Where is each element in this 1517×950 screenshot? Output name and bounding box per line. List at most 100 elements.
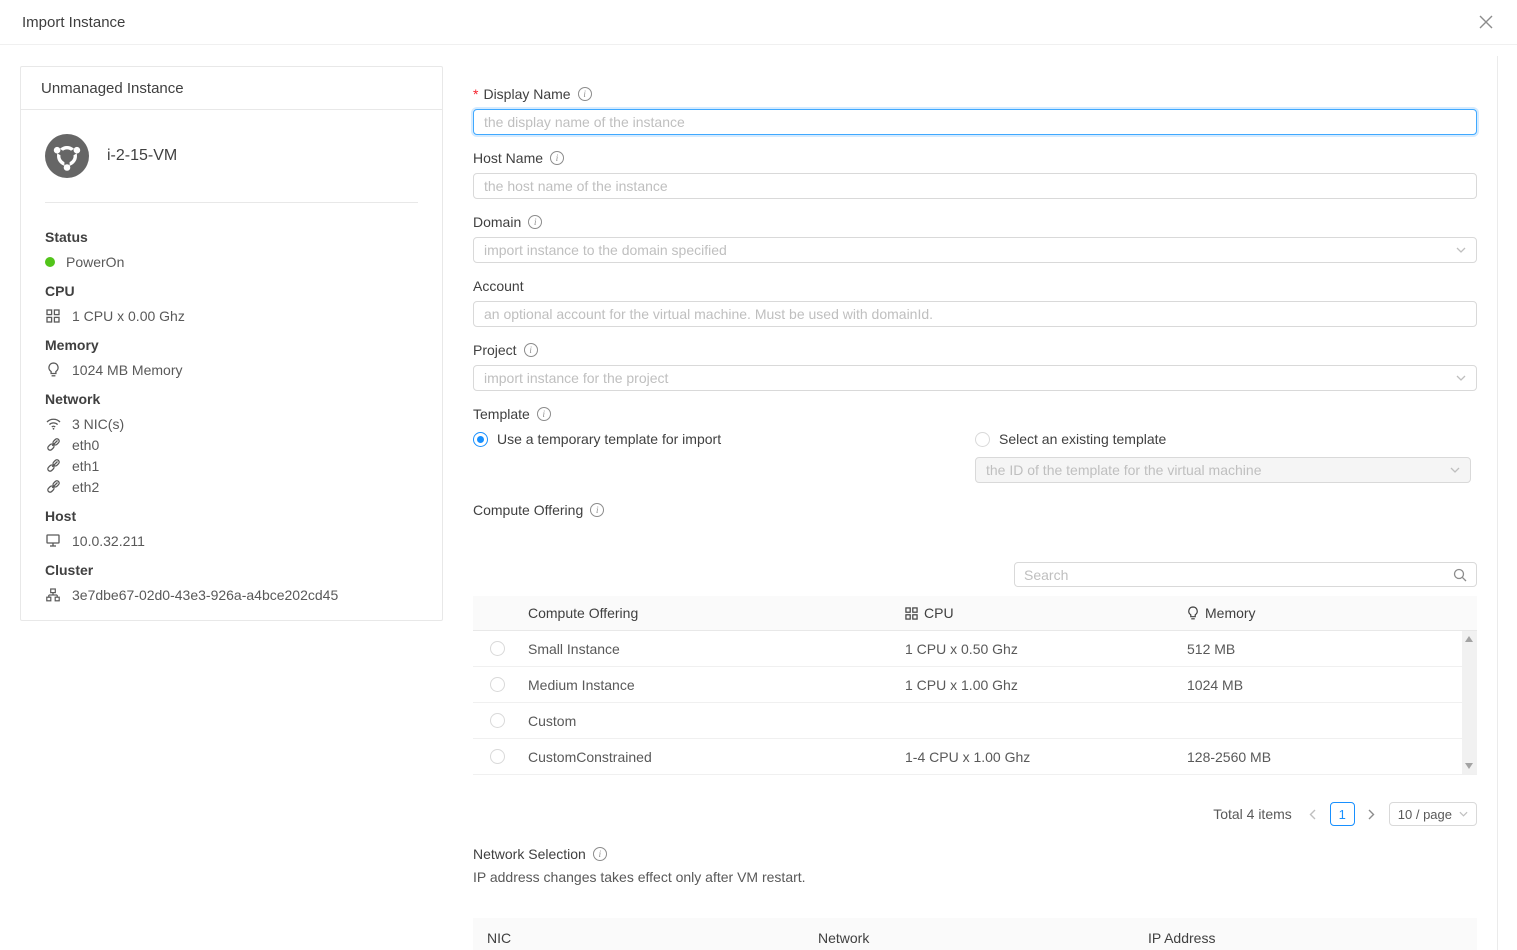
- host-name-group: Host Name i: [473, 148, 1477, 199]
- table-row[interactable]: Small Instance 1 CPU x 0.50 Ghz 512 MB: [473, 631, 1477, 667]
- template-label: Template: [473, 406, 530, 422]
- pagination-total: Total 4 items: [1213, 806, 1292, 822]
- account-group: Account: [473, 276, 1477, 327]
- status-label: Status: [45, 229, 418, 245]
- cpu-header: CPU: [924, 605, 954, 621]
- host-section: Host 10.0.32.211: [45, 508, 418, 551]
- interface-name: eth0: [72, 437, 99, 453]
- offering-name: CustomConstrained: [528, 749, 652, 765]
- prev-page-icon[interactable]: [1304, 809, 1322, 820]
- page-number-button[interactable]: 1: [1330, 802, 1355, 826]
- close-icon[interactable]: [1477, 13, 1495, 31]
- info-icon[interactable]: i: [590, 503, 604, 517]
- info-icon[interactable]: i: [537, 407, 551, 421]
- display-name-group: * Display Name i: [473, 84, 1477, 135]
- offering-table-scrollbar[interactable]: [1462, 631, 1477, 774]
- bulb-icon: [1187, 606, 1199, 620]
- info-icon[interactable]: i: [528, 215, 542, 229]
- table-row[interactable]: Medium Instance 1 CPU x 1.00 Ghz 1024 MB: [473, 667, 1477, 703]
- display-name-input[interactable]: [473, 109, 1477, 135]
- domain-select[interactable]: import instance to the domain specified: [473, 237, 1477, 263]
- cpu-label: CPU: [45, 283, 418, 299]
- temporary-template-radio[interactable]: Use a temporary template for import: [473, 429, 975, 449]
- ubuntu-logo-icon: [45, 134, 89, 178]
- cpu-grid-icon: [905, 607, 918, 620]
- offering-memory: 1024 MB: [1187, 677, 1243, 693]
- project-label: Project: [473, 342, 517, 358]
- page-size-value: 10 / page: [1398, 807, 1452, 822]
- info-icon[interactable]: i: [593, 847, 607, 861]
- template-id-select[interactable]: the ID of the template for the virtual m…: [975, 457, 1471, 483]
- offering-name: Medium Instance: [528, 677, 635, 693]
- interface-name: eth1: [72, 458, 99, 474]
- project-group: Project i import instance for the projec…: [473, 340, 1477, 391]
- chevron-down-icon: [1456, 247, 1466, 253]
- host-label: Host: [45, 508, 418, 524]
- offering-cpu: 1 CPU x 0.50 Ghz: [905, 641, 1018, 657]
- modal-body-scrollbar-edge[interactable]: [1497, 56, 1498, 950]
- host-name-label: Host Name: [473, 150, 543, 166]
- pagination: Total 4 items 1 10 / page: [473, 802, 1477, 826]
- row-radio[interactable]: [490, 713, 505, 728]
- scroll-down-icon[interactable]: [1465, 763, 1473, 769]
- cluster-label: Cluster: [45, 562, 418, 578]
- offering-header: Compute Offering: [528, 605, 638, 621]
- instance-name: i-2-15-VM: [107, 147, 177, 165]
- display-name-label: Display Name: [483, 86, 570, 102]
- project-select[interactable]: import instance for the project: [473, 365, 1477, 391]
- network-section: Network 3 NIC(s) eth0 eth1: [45, 391, 418, 497]
- unmanaged-instance-card: Unmanaged Instance i-2-15-VM: [20, 66, 443, 621]
- temporary-template-label: Use a temporary template for import: [497, 431, 721, 447]
- offering-memory: 128-2560 MB: [1187, 749, 1271, 765]
- domain-label: Domain: [473, 214, 521, 230]
- card-title: Unmanaged Instance: [21, 67, 442, 110]
- divider: [45, 202, 418, 203]
- offering-search: [1014, 562, 1477, 587]
- required-mark: *: [473, 86, 478, 102]
- page-size-select[interactable]: 10 / page: [1389, 802, 1477, 826]
- chevron-down-icon: [1456, 375, 1466, 381]
- row-radio[interactable]: [490, 677, 505, 692]
- info-icon[interactable]: i: [524, 343, 538, 357]
- network-label: Network: [45, 391, 418, 407]
- desktop-icon: [45, 534, 61, 547]
- host-name-input[interactable]: [473, 173, 1477, 199]
- scroll-up-icon[interactable]: [1465, 636, 1473, 642]
- info-icon[interactable]: i: [550, 151, 564, 165]
- existing-template-radio[interactable]: Select an existing template: [975, 429, 1477, 449]
- import-form-panel: * Display Name i Host Name i Domain i im…: [473, 66, 1477, 950]
- table-row[interactable]: CustomConstrained 1-4 CPU x 1.00 Ghz 128…: [473, 739, 1477, 775]
- ip-header: IP Address: [1148, 930, 1215, 946]
- link-icon: [45, 438, 61, 451]
- radio-unselected-icon: [975, 432, 990, 447]
- nic-count: 3 NIC(s): [72, 416, 124, 432]
- host-value: 10.0.32.211: [72, 533, 145, 549]
- interface-name: eth2: [72, 479, 99, 495]
- domain-group: Domain i import instance to the domain s…: [473, 212, 1477, 263]
- account-label: Account: [473, 278, 524, 294]
- wifi-icon: [45, 418, 61, 430]
- template-group: Template i Use a temporary template for …: [473, 404, 1477, 483]
- template-id-placeholder: the ID of the template for the virtual m…: [986, 462, 1261, 478]
- link-icon: [45, 459, 61, 472]
- next-page-icon[interactable]: [1363, 809, 1381, 820]
- row-radio[interactable]: [490, 749, 505, 764]
- offering-name: Small Instance: [528, 641, 620, 657]
- memory-section: Memory 1024 MB Memory: [45, 337, 418, 380]
- existing-template-label: Select an existing template: [999, 431, 1166, 447]
- offering-search-input[interactable]: [1024, 567, 1445, 583]
- account-input[interactable]: [473, 301, 1477, 327]
- info-icon[interactable]: i: [578, 87, 592, 101]
- chevron-down-icon: [1450, 467, 1460, 473]
- bulb-icon: [45, 362, 61, 377]
- cluster-section: Cluster 3e7dbe67-02d0-43e3-926a-a4bce202…: [45, 562, 418, 605]
- compute-offering-label: Compute Offering: [473, 502, 583, 518]
- status-section: Status PowerOn: [45, 229, 418, 272]
- network-selection-note: IP address changes takes effect only aft…: [473, 869, 1477, 885]
- project-placeholder: import instance for the project: [484, 370, 668, 386]
- search-icon[interactable]: [1453, 568, 1467, 582]
- status-value: PowerOn: [66, 254, 124, 270]
- offering-cpu: 1 CPU x 1.00 Ghz: [905, 677, 1018, 693]
- row-radio[interactable]: [490, 641, 505, 656]
- table-row[interactable]: Custom: [473, 703, 1477, 739]
